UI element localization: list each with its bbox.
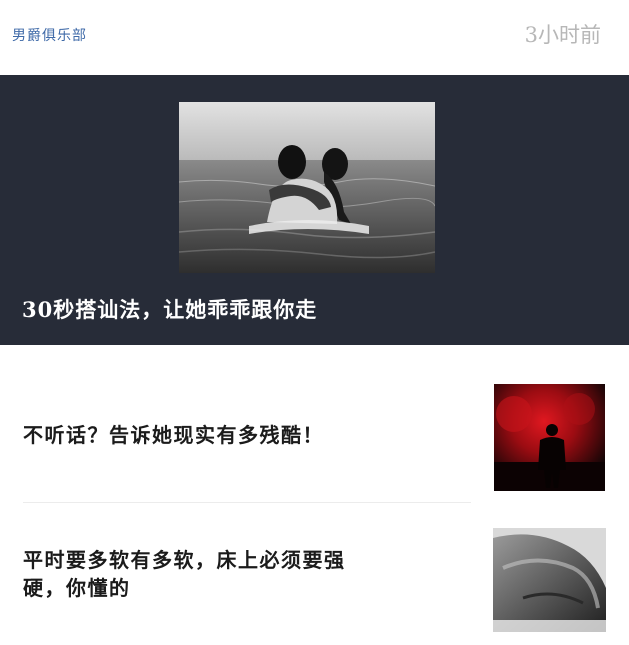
hero-article[interactable]: 30秒搭讪法，让她乖乖跟你走 — [0, 75, 629, 345]
article-title: 平时要多软有多软，床上必须要强硬，你懂的 — [23, 548, 346, 600]
hero-image — [179, 102, 435, 273]
article-thumbnail — [493, 528, 606, 632]
hero-title: 30秒搭讪法，让她乖乖跟你走 — [22, 297, 318, 322]
article-thumbnail — [494, 384, 605, 491]
feed-header: 男爵俱乐部 3小时前 — [0, 0, 629, 75]
article-card-2[interactable]: 平时要多软有多软，床上必须要强硬，你懂的 — [0, 503, 629, 645]
timestamp: 3小时前 — [524, 23, 601, 47]
article-title: 不听话？告诉她现实有多残酷！ — [23, 423, 324, 447]
article-card-1[interactable]: 不听话？告诉她现实有多残酷！ — [0, 345, 629, 503]
source-name[interactable]: 男爵俱乐部 — [12, 25, 87, 45]
